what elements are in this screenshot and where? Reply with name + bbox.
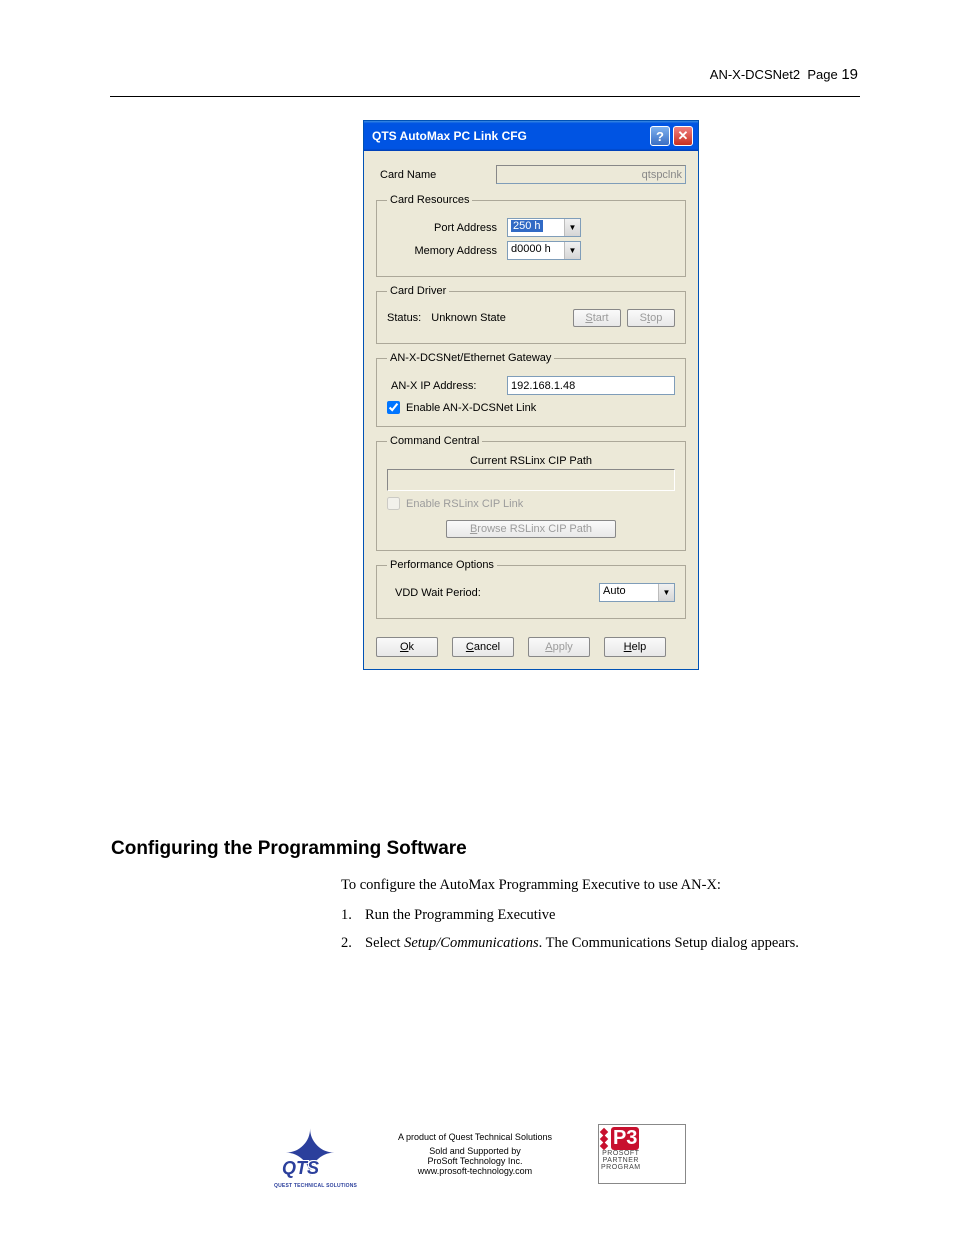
intro-text: To configure the AutoMax Programming Exe…	[341, 876, 861, 895]
chevron-down-icon[interactable]: ▼	[658, 584, 674, 601]
card-resources-group: Card Resources Port Address 250 h ▼ Memo…	[376, 194, 686, 277]
command-central-legend: Command Central	[387, 435, 482, 447]
stop-button[interactable]: Stop	[627, 309, 675, 327]
performance-legend: Performance Options	[387, 559, 497, 571]
cancel-button[interactable]: Cancel	[452, 637, 514, 657]
start-button[interactable]: Start	[573, 309, 621, 327]
gateway-group: AN-X-DCSNet/Ethernet Gateway AN-X IP Add…	[376, 352, 686, 427]
gateway-legend: AN-X-DCSNet/Ethernet Gateway	[387, 352, 554, 364]
enable-dcsnet-checkbox[interactable]: Enable AN-X-DCSNet Link	[387, 401, 675, 414]
page-header: AN-X-DCSNet2 Page 19	[710, 66, 858, 83]
help-icon[interactable]: ?	[650, 126, 670, 146]
card-name-field	[496, 165, 686, 184]
close-icon[interactable]: ✕	[673, 126, 693, 146]
config-dialog: QTS AutoMax PC Link CFG ? ✕ Card Name Ca…	[363, 120, 699, 670]
help-button[interactable]: Help	[604, 637, 666, 657]
page-footer: ✦ QTS QUEST TECHNICAL SOLUTIONS A produc…	[0, 1119, 954, 1189]
section-heading: Configuring the Programming Software	[111, 838, 467, 860]
vdd-wait-label: VDD Wait Period:	[387, 587, 599, 599]
page-label: Page	[807, 67, 837, 82]
vdd-wait-select[interactable]: Auto ▼	[599, 583, 675, 602]
list-item: 2.Select Setup/Communications. The Commu…	[341, 934, 841, 953]
p3-logo: P3 PROSOFT PARTNER PROGRAM	[598, 1124, 686, 1184]
memory-address-select[interactable]: d0000 h ▼	[507, 241, 581, 260]
chevron-down-icon[interactable]: ▼	[564, 219, 580, 236]
list-item: 1.Run the Programming Executive	[341, 906, 841, 925]
header-rule	[110, 96, 860, 97]
port-address-select[interactable]: 250 h ▼	[507, 218, 581, 237]
dialog-title: QTS AutoMax PC Link CFG	[372, 129, 527, 143]
cip-path-box	[387, 469, 675, 491]
ip-field[interactable]	[507, 376, 675, 395]
qts-logo: ✦ QTS QUEST TECHNICAL SOLUTIONS	[268, 1119, 352, 1189]
card-driver-legend: Card Driver	[387, 285, 449, 297]
enable-dcsnet-input[interactable]	[387, 401, 400, 414]
footer-text: A product of Quest Technical Solutions S…	[398, 1132, 552, 1176]
status-label: Status:	[387, 312, 421, 324]
doc-id: AN-X-DCSNet2	[710, 67, 800, 82]
ip-label: AN-X IP Address:	[387, 380, 507, 392]
enable-rslinx-checkbox: Enable RSLinx CIP Link	[387, 497, 675, 510]
chevron-down-icon[interactable]: ▼	[564, 242, 580, 259]
ok-button[interactable]: Ok	[376, 637, 438, 657]
cip-path-label: Current RSLinx CIP Path	[387, 455, 675, 467]
page-number: 19	[841, 66, 858, 83]
card-name-label: Card Name	[376, 169, 496, 181]
card-driver-group: Card Driver Status: Unknown State Start …	[376, 285, 686, 344]
apply-button[interactable]: Apply	[528, 637, 590, 657]
enable-rslinx-input	[387, 497, 400, 510]
command-central-group: Command Central Current RSLinx CIP Path …	[376, 435, 686, 551]
performance-group: Performance Options VDD Wait Period: Aut…	[376, 559, 686, 619]
browse-cip-button: Browse RSLinx CIP Path	[446, 520, 616, 538]
status-value: Unknown State	[427, 312, 567, 324]
memory-address-label: Memory Address	[387, 245, 507, 257]
card-resources-legend: Card Resources	[387, 194, 472, 206]
titlebar[interactable]: QTS AutoMax PC Link CFG ? ✕	[364, 121, 698, 151]
port-address-label: Port Address	[387, 222, 507, 234]
